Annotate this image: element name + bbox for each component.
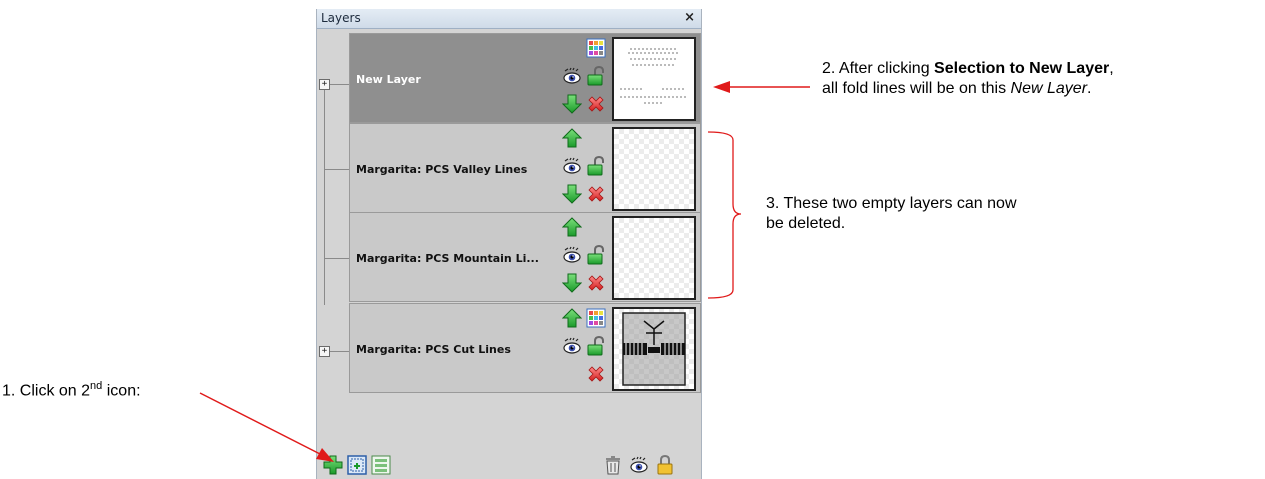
arrow-to-new-layer	[713, 81, 810, 93]
arrow-to-add-icon	[199, 392, 334, 462]
annotation-overlay	[199, 81, 810, 462]
bracket-empty-layers	[707, 131, 742, 299]
